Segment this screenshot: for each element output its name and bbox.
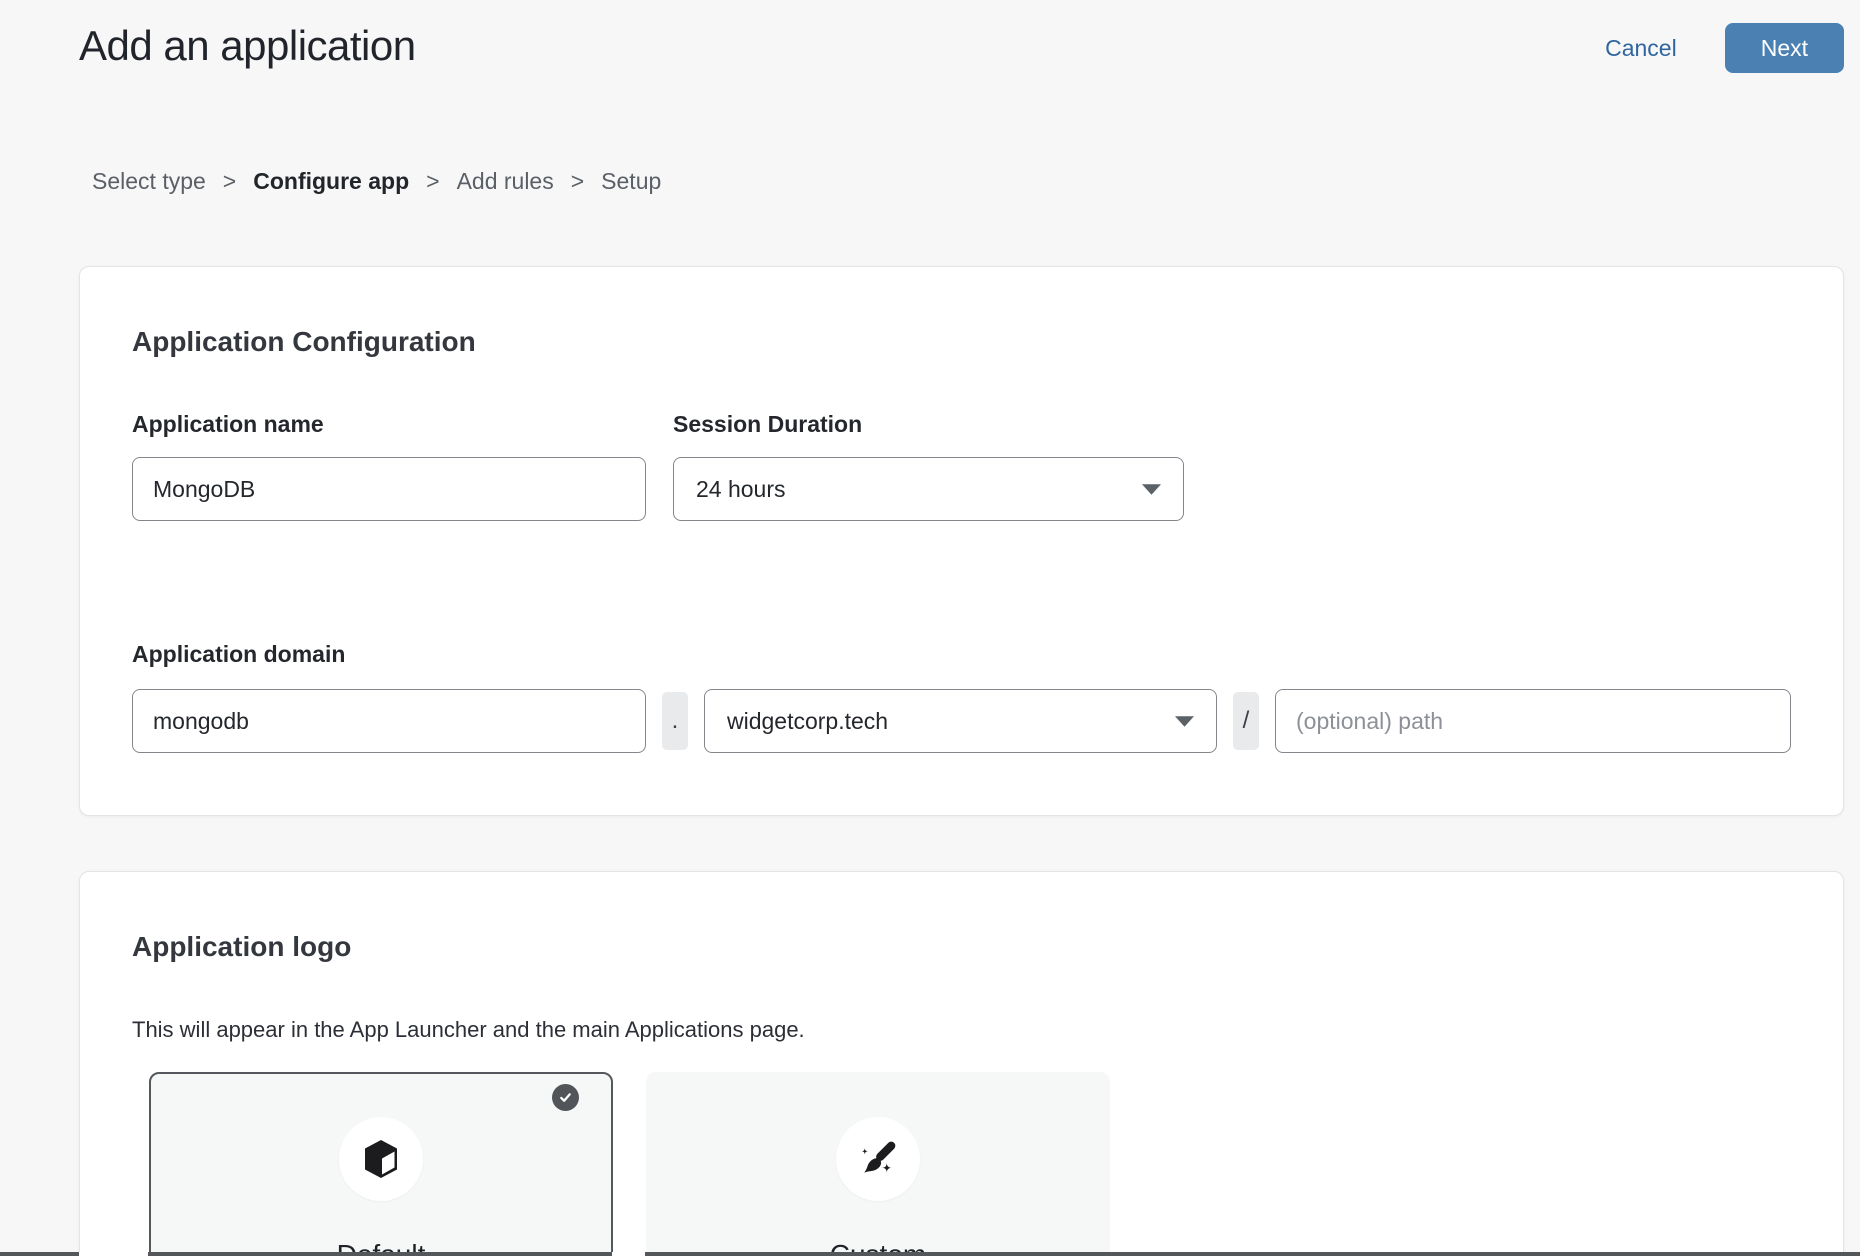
application-name-input[interactable]	[132, 457, 646, 521]
application-configuration-card: Application Configuration Application na…	[79, 266, 1844, 816]
application-logo-description: This will appear in the App Launcher and…	[132, 1017, 1791, 1043]
session-duration-select[interactable]: 24 hours	[673, 457, 1184, 521]
domain-select-value: widgetcorp.tech	[727, 708, 888, 735]
step-select-type[interactable]: Select type	[92, 168, 206, 195]
page-title: Add an application	[79, 18, 416, 74]
session-duration-value: 24 hours	[696, 476, 786, 503]
path-input[interactable]	[1275, 689, 1791, 753]
check-icon	[552, 1084, 579, 1111]
step-separator: >	[426, 168, 439, 195]
logo-options: Default Custom	[149, 1072, 1791, 1256]
step-separator: >	[571, 168, 584, 195]
clipped-bottom-edge-gap	[79, 1252, 148, 1256]
dot-separator: .	[662, 692, 688, 750]
cube-icon	[339, 1117, 423, 1201]
domain-select[interactable]: widgetcorp.tech	[704, 689, 1217, 753]
step-configure-app[interactable]: Configure app	[253, 168, 409, 195]
application-configuration-heading: Application Configuration	[132, 326, 1791, 358]
wizard-steps: Select type > Configure app > Add rules …	[92, 168, 1844, 195]
paintbrush-icon	[836, 1117, 920, 1201]
application-name-label: Application name	[132, 411, 646, 437]
logo-option-default[interactable]: Default	[149, 1072, 613, 1256]
application-logo-card: Application logo This will appear in the…	[79, 871, 1844, 1256]
config-labels-row: Application name Session Duration	[132, 411, 1791, 437]
step-add-rules[interactable]: Add rules	[457, 168, 554, 195]
cancel-button[interactable]: Cancel	[1605, 35, 1677, 62]
application-domain-label: Application domain	[132, 641, 1791, 667]
clipped-bottom-edge-gap	[612, 1252, 645, 1256]
logo-option-custom[interactable]: Custom	[646, 1072, 1110, 1256]
config-fields-row: 24 hours	[132, 457, 1791, 521]
subdomain-input[interactable]	[132, 689, 646, 753]
application-domain-row: . widgetcorp.tech /	[132, 689, 1791, 753]
clipped-bottom-edge	[0, 1252, 1860, 1256]
step-separator: >	[223, 168, 236, 195]
page-header: Add an application Cancel Next	[79, 0, 1844, 74]
application-logo-heading: Application logo	[132, 931, 1791, 963]
chevron-down-icon	[1175, 716, 1194, 727]
chevron-down-icon	[1142, 484, 1161, 495]
add-application-page: Add an application Cancel Next Select ty…	[0, 0, 1860, 1256]
header-actions: Cancel Next	[1605, 23, 1844, 73]
next-button[interactable]: Next	[1725, 23, 1844, 73]
slash-separator: /	[1233, 692, 1259, 750]
session-duration-label: Session Duration	[673, 411, 1184, 437]
step-setup[interactable]: Setup	[601, 168, 661, 195]
